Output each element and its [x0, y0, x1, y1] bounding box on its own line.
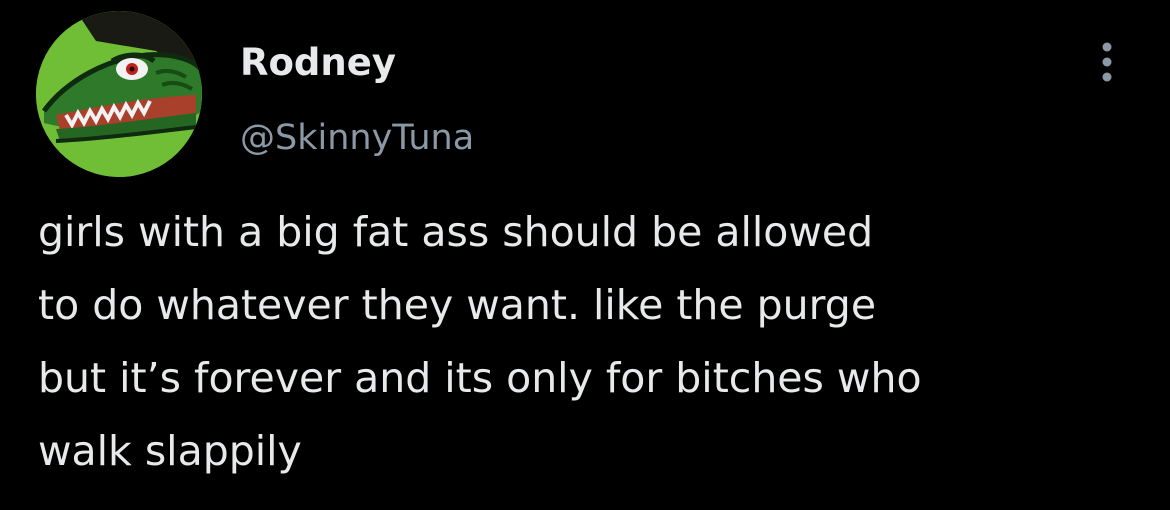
tweet-text-line: walk slappily	[38, 427, 302, 475]
display-name[interactable]: Rodney	[240, 40, 396, 86]
user-handle[interactable]: @SkinnyTuna	[240, 116, 474, 160]
tweet: Rodney @SkinnyTuna girls with a big fat …	[0, 0, 1170, 510]
tweet-text-line: girls with a big fat ass should be allow…	[38, 208, 874, 256]
tweet-text-line: but it’s forever and its only for bitche…	[38, 354, 922, 402]
more-dots-icon	[1102, 42, 1112, 82]
avatar[interactable]	[36, 11, 202, 177]
lizard-avatar-icon	[36, 11, 202, 177]
tweet-text-line: to do whatever they want. like the purge	[38, 281, 877, 329]
tweet-text: girls with a big fat ass should be allow…	[38, 196, 1148, 488]
more-options-button[interactable]	[1090, 38, 1124, 86]
